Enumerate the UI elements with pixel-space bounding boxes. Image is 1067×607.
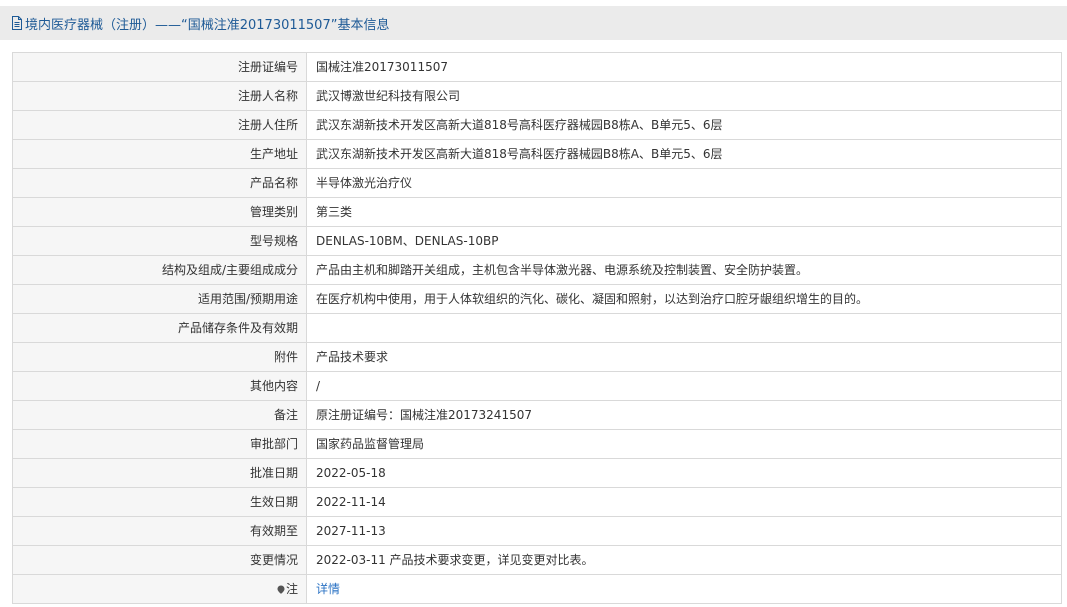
- row-label: 适用范围/预期用途: [12, 284, 307, 314]
- row-label: 管理类别: [12, 197, 307, 227]
- row-value: 武汉博激世纪科技有限公司: [306, 81, 1062, 111]
- table-row: 其他内容 /: [12, 371, 1062, 401]
- table-row: 备注 原注册证编号：国械注准20173241507: [12, 400, 1062, 430]
- row-label: 有效期至: [12, 516, 307, 546]
- row-label: 审批部门: [12, 429, 307, 459]
- info-table: 注册证编号 国械注准20173011507 注册人名称 武汉博激世纪科技有限公司 注册人…: [12, 52, 1062, 604]
- row-label: 其他内容: [12, 371, 307, 401]
- document-icon: [12, 16, 22, 30]
- note-value-cell: 详情: [306, 574, 1062, 604]
- row-value: 国械注准20173011507: [306, 52, 1062, 82]
- table-row: 注册证编号 国械注准20173011507: [12, 52, 1062, 82]
- info-table-body: 注册证编号 国械注准20173011507 注册人名称 武汉博激世纪科技有限公司 注册人…: [12, 52, 1062, 604]
- table-row: 生效日期 2022-11-14: [12, 487, 1062, 517]
- row-value: 2022-05-18: [306, 458, 1062, 488]
- table-row: 变更情况 2022-03-11 产品技术要求变更，详见变更对比表。: [12, 545, 1062, 575]
- table-row: 有效期至 2027-11-13: [12, 516, 1062, 546]
- location-pin-icon: [277, 585, 285, 594]
- row-value: 2022-11-14: [306, 487, 1062, 517]
- row-value: 2022-03-11 产品技术要求变更，详见变更对比表。: [306, 545, 1062, 575]
- row-label: 注册证编号: [12, 52, 307, 82]
- table-row: 注册人名称 武汉博激世纪科技有限公司: [12, 81, 1062, 111]
- row-label: 结构及组成/主要组成成分: [12, 255, 307, 285]
- row-value: 第三类: [306, 197, 1062, 227]
- page-title-text: 境内医疗器械（注册）——“国械注准20173011507”基本信息: [25, 17, 390, 33]
- row-value: 武汉东湖新技术开发区高新大道818号高科医疗器械园B8栋A、B单元5、6层: [306, 110, 1062, 140]
- row-value: 产品由主机和脚踏开关组成，主机包含半导体激光器、电源系统及控制装置、安全防护装置…: [306, 255, 1062, 285]
- table-row: 结构及组成/主要组成成分 产品由主机和脚踏开关组成，主机包含半导体激光器、电源系统…: [12, 255, 1062, 285]
- row-value: [306, 313, 1062, 343]
- table-row: 附件 产品技术要求: [12, 342, 1062, 372]
- note-label: 注: [285, 582, 298, 596]
- page-title: 境内医疗器械（注册）——“国械注准20173011507”基本信息: [11, 14, 389, 33]
- row-label: 产品名称: [12, 168, 307, 198]
- row-value: 半导体激光治疗仪: [306, 168, 1062, 198]
- table-row: 产品名称 半导体激光治疗仪: [12, 168, 1062, 198]
- table-row: 管理类别 第三类: [12, 197, 1062, 227]
- table-row: 生产地址 武汉东湖新技术开发区高新大道818号高科医疗器械园B8栋A、B单元5、6…: [12, 139, 1062, 169]
- table-row: 型号规格 DENLAS-10BM、DENLAS-10BP: [12, 226, 1062, 256]
- row-label: 附件: [12, 342, 307, 372]
- row-value: DENLAS-10BM、DENLAS-10BP: [306, 226, 1062, 256]
- row-value: 武汉东湖新技术开发区高新大道818号高科医疗器械园B8栋A、B单元5、6层: [306, 139, 1062, 169]
- row-label: 变更情况: [12, 545, 307, 575]
- row-label: 备注: [12, 400, 307, 430]
- page-header: 境内医疗器械（注册）——“国械注准20173011507”基本信息: [0, 6, 1067, 40]
- row-value: 国家药品监督管理局: [306, 429, 1062, 459]
- table-row: 产品储存条件及有效期: [12, 313, 1062, 343]
- row-value: 在医疗机构中使用，用于人体软组织的汽化、碳化、凝固和照射，以达到治疗口腔牙龈组织…: [306, 284, 1062, 314]
- table-row-note: 注 详情: [12, 574, 1062, 604]
- row-label: 生产地址: [12, 139, 307, 169]
- table-row: 批准日期 2022-05-18: [12, 458, 1062, 488]
- row-value: 原注册证编号：国械注准20173241507: [306, 400, 1062, 430]
- row-label: 产品储存条件及有效期: [12, 313, 307, 343]
- table-row: 适用范围/预期用途 在医疗机构中使用，用于人体软组织的汽化、碳化、凝固和照射，以达…: [12, 284, 1062, 314]
- row-value: 2027-11-13: [306, 516, 1062, 546]
- row-label: 生效日期: [12, 487, 307, 517]
- row-label: 批准日期: [12, 458, 307, 488]
- note-label-cell: 注: [12, 574, 307, 604]
- row-label: 注册人名称: [12, 81, 307, 111]
- row-label: 注册人住所: [12, 110, 307, 140]
- table-row: 审批部门 国家药品监督管理局: [12, 429, 1062, 459]
- row-value: /: [306, 371, 1062, 401]
- row-value: 产品技术要求: [306, 342, 1062, 372]
- details-link[interactable]: 详情: [316, 582, 340, 596]
- row-label: 型号规格: [12, 226, 307, 256]
- table-row: 注册人住所 武汉东湖新技术开发区高新大道818号高科医疗器械园B8栋A、B单元5、…: [12, 110, 1062, 140]
